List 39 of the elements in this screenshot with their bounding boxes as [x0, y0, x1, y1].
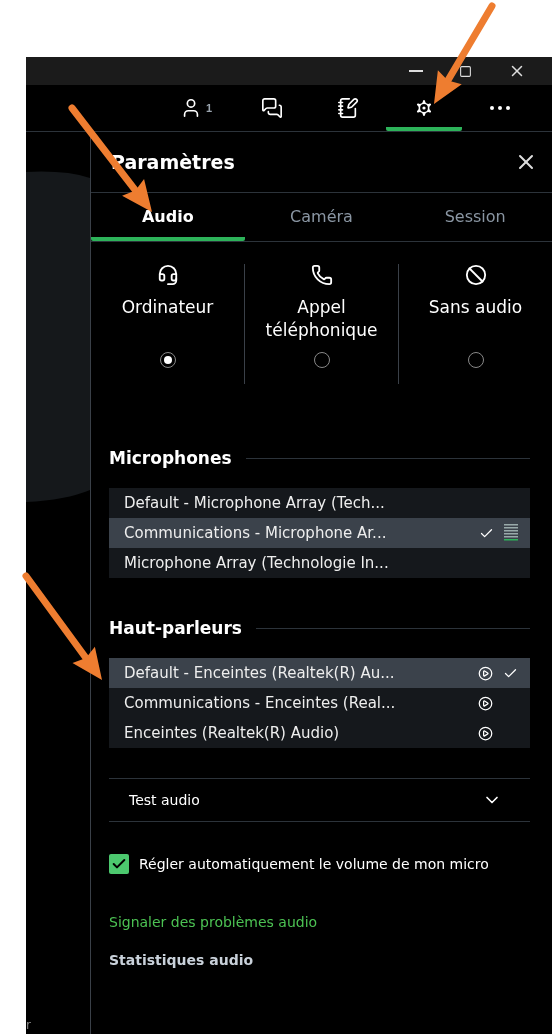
- section-heading: Haut-parleurs: [109, 618, 242, 638]
- device-name: Microphone Array (Technologie In...: [124, 554, 390, 572]
- device-name: Enceintes (Realtek(R) Audio): [124, 724, 341, 742]
- audio-mode-option[interactable]: Appel téléphonique: [244, 264, 398, 384]
- checkbox[interactable]: [109, 854, 129, 874]
- maximize-icon: [459, 64, 472, 78]
- device-name: Default - Microphone Array (Tech...: [124, 494, 386, 512]
- play-icon[interactable]: [478, 665, 493, 681]
- audio-mode-option[interactable]: Ordinateur: [91, 264, 244, 384]
- play-icon[interactable]: [478, 725, 493, 741]
- section-heading: Microphones: [109, 448, 232, 468]
- level-meter-icon: [504, 524, 518, 542]
- notes-icon: [337, 97, 359, 119]
- no-audio-icon: [464, 264, 487, 286]
- device-row[interactable]: Communications - Microphone Ar...: [109, 518, 530, 548]
- device-name: Default - Enceintes (Realtek(R) Au...: [124, 664, 396, 682]
- play-icon[interactable]: [478, 695, 493, 711]
- headset-icon: [156, 264, 179, 286]
- device-row[interactable]: Default - Microphone Array (Tech...: [109, 488, 530, 518]
- device-name: Communications - Microphone Ar...: [124, 524, 388, 542]
- device-name: Communications - Enceintes (Real...: [124, 694, 397, 712]
- chat-icon: [261, 97, 283, 119]
- device-row[interactable]: Microphone Array (Technologie In...: [109, 548, 530, 578]
- audio-mode-option[interactable]: Sans audio: [398, 264, 552, 384]
- tab[interactable]: Session: [398, 193, 552, 241]
- minimize-icon: [409, 70, 423, 72]
- device-row[interactable]: Communications - Enceintes (Real...: [109, 688, 530, 718]
- checkbox-label: Régler automatiquement le volume de mon micro: [139, 856, 489, 872]
- device-row[interactable]: Default - Enceintes (Realtek(R) Au...: [109, 658, 530, 688]
- maximize-button[interactable]: [459, 64, 472, 78]
- phone-icon: [310, 264, 333, 286]
- report-link[interactable]: Signaler des problèmes audio: [109, 914, 530, 930]
- device-row[interactable]: Enceintes (Realtek(R) Audio): [109, 718, 530, 748]
- test-audio-dropdown[interactable]: Test audio: [109, 778, 530, 822]
- cut-label: r: [26, 1018, 32, 1034]
- participants-button[interactable]: 1: [158, 85, 234, 131]
- more-icon: [490, 106, 510, 110]
- stats-label[interactable]: Statistiques audio: [109, 952, 530, 968]
- tab[interactable]: Caméra: [244, 193, 399, 241]
